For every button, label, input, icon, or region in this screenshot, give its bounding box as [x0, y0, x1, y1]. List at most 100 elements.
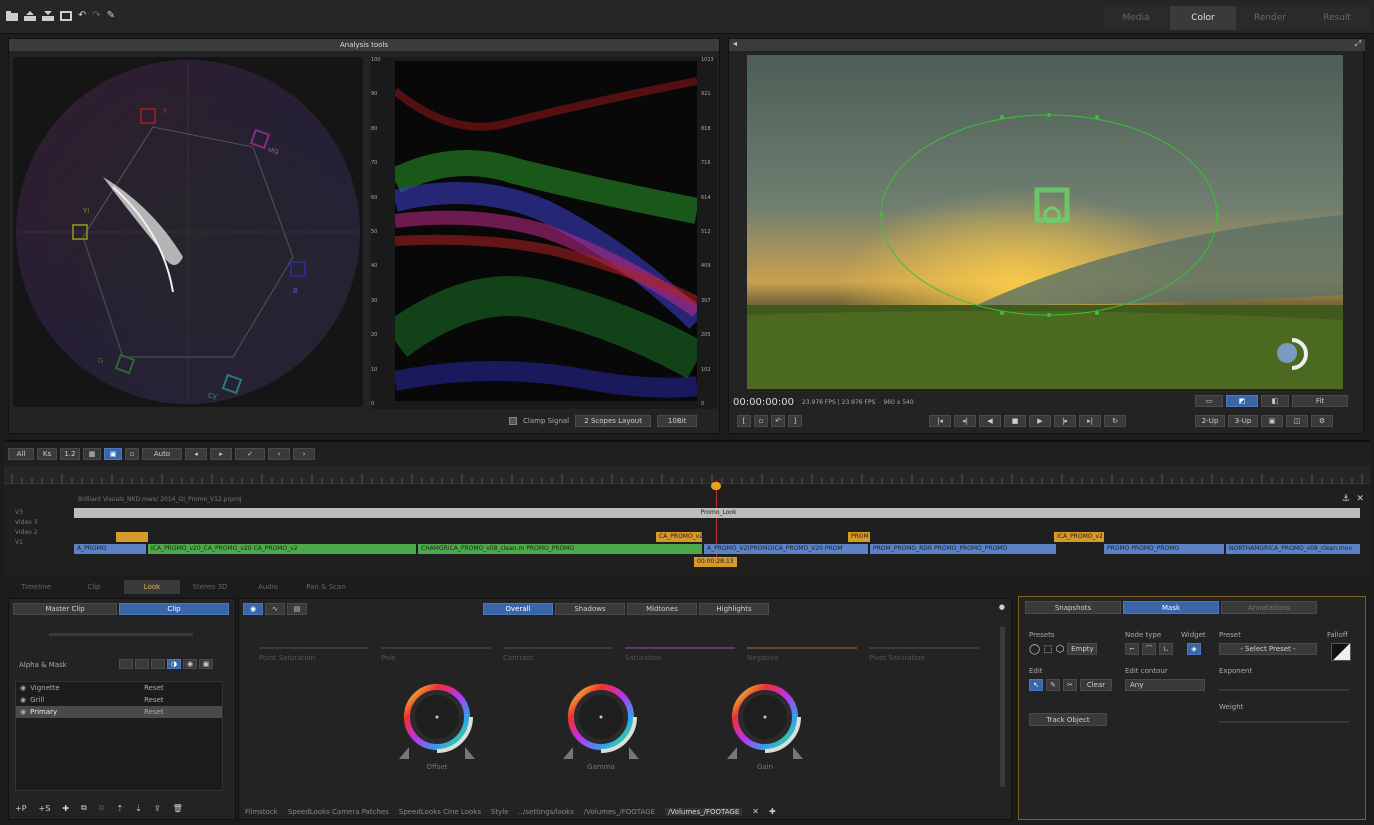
- bin-tab[interactable]: SpeedLooks Camera Patches: [288, 808, 389, 816]
- timeline-ks-button[interactable]: Ks: [37, 448, 57, 460]
- clip-button[interactable]: Clip: [119, 603, 229, 615]
- tab-shadows[interactable]: Shadows: [555, 603, 625, 615]
- settings-button[interactable]: ⚙: [1311, 415, 1333, 427]
- tab-audio[interactable]: Audio: [240, 580, 296, 594]
- tab-media[interactable]: Media: [1103, 6, 1169, 30]
- view-alpha-icon[interactable]: ▣: [199, 659, 213, 669]
- next-marker-button[interactable]: ▸: [210, 448, 232, 460]
- timeline-zoom-button[interactable]: 1.2: [60, 448, 80, 460]
- export-layer-icon[interactable]: ⇪: [154, 803, 161, 813]
- weight-slider[interactable]: [1219, 721, 1349, 723]
- two-up-button[interactable]: 2-Up: [1195, 415, 1225, 427]
- anchor-icon[interactable]: ⚓: [1342, 494, 1350, 504]
- timeline-clip[interactable]: PROM_PROMO_RDR PROMO_PROMO_PROMO: [870, 544, 1056, 554]
- overlay-button[interactable]: ◧: [1261, 395, 1289, 407]
- slider-group[interactable]: Pole: [381, 647, 491, 667]
- eye-icon[interactable]: ◉: [20, 684, 26, 692]
- collapse-icon[interactable]: ◂: [733, 39, 737, 48]
- add-point-icon[interactable]: ✎: [1046, 679, 1060, 691]
- add-bin-icon[interactable]: ✚: [769, 807, 776, 816]
- timeline-clip[interactable]: ICA_PROMO_v20_CA_PROMO_v20 CA_PROMO_v2: [148, 544, 416, 554]
- tab-midtones[interactable]: Midtones: [627, 603, 697, 615]
- paste-icon[interactable]: ⧉: [99, 803, 105, 813]
- clear-button[interactable]: Clear: [1080, 679, 1112, 691]
- exponent-slider[interactable]: [1219, 689, 1349, 691]
- node-type-corner-icon[interactable]: ∟: [1159, 643, 1173, 655]
- tab-annotations[interactable]: Annotations: [1221, 601, 1317, 614]
- snapshot-button[interactable]: ▣: [1261, 415, 1283, 427]
- tab-color[interactable]: Color: [1170, 6, 1236, 30]
- timeline-all-button[interactable]: All: [8, 448, 34, 460]
- add-secondary-icon[interactable]: +S: [39, 803, 51, 813]
- opacity-slider[interactable]: [49, 633, 193, 636]
- play-reverse-button[interactable]: ◀: [979, 415, 1001, 427]
- all-markers-button[interactable]: ✓: [235, 448, 265, 460]
- display-mode-button[interactable]: ▭: [1195, 395, 1223, 407]
- color-display-button[interactable]: ◩: [1226, 395, 1258, 407]
- timeline-auto-button[interactable]: Auto: [142, 448, 182, 460]
- timeline-clip[interactable]: [116, 532, 148, 542]
- mark-clip-button[interactable]: ▫: [754, 415, 768, 427]
- bit-depth-select[interactable]: 10Bit: [657, 415, 698, 427]
- panel-menu-icon[interactable]: ●: [999, 603, 1005, 611]
- move-up-icon[interactable]: ⇡: [116, 803, 123, 813]
- tab-snapshots[interactable]: Snapshots: [1025, 601, 1121, 614]
- import-icon[interactable]: [24, 10, 36, 21]
- node-type-linear-icon[interactable]: ⌐: [1125, 643, 1139, 655]
- remove-point-icon[interactable]: ✂: [1063, 679, 1077, 691]
- tab-result[interactable]: Result: [1304, 6, 1370, 30]
- zoom-in-button[interactable]: ›: [293, 448, 315, 460]
- add-icon[interactable]: ✚: [62, 803, 69, 813]
- tab-timeline[interactable]: Timeline: [8, 580, 64, 594]
- select-arrow-icon[interactable]: ↖: [1029, 679, 1043, 691]
- timeline-clip[interactable]: A_PROMO: [74, 544, 146, 554]
- next-frame-button[interactable]: |▸: [1054, 415, 1076, 427]
- mark-out-button[interactable]: ]: [788, 415, 802, 427]
- tab-pan-scan[interactable]: Pan & Scan: [298, 580, 354, 594]
- bin-tab[interactable]: ../settings/looks: [519, 808, 574, 816]
- scrollbar[interactable]: [1000, 627, 1005, 787]
- trash-icon[interactable]: 🗑: [173, 803, 183, 813]
- empty-button[interactable]: Empty: [1067, 643, 1098, 655]
- list-item[interactable]: ◉ Grill Reset: [16, 694, 222, 706]
- curves-icon[interactable]: ∿: [265, 603, 285, 615]
- slider-group[interactable]: Pivot Saturation: [869, 647, 979, 667]
- expand-icon[interactable]: ⤢: [1355, 39, 1361, 49]
- circle-shape-icon[interactable]: ◯: [1029, 644, 1040, 655]
- preset-select[interactable]: - Select Preset -: [1219, 643, 1317, 655]
- slider-group[interactable]: Negative: [747, 647, 857, 667]
- timeline-clip[interactable]: PROMO PROMO_PROMO: [1104, 544, 1224, 554]
- film-icon[interactable]: [60, 10, 72, 21]
- slider-group[interactable]: Contrast: [503, 647, 613, 667]
- play-button[interactable]: ▶: [1029, 415, 1051, 427]
- folder-icon[interactable]: [6, 10, 18, 21]
- contour-select[interactable]: Any: [1125, 679, 1205, 691]
- bin-tab[interactable]: SpeedLooks Cine Looks: [399, 808, 481, 816]
- reset-button[interactable]: Reset: [144, 684, 164, 692]
- timeline-clip[interactable]: NORTHAMGRICA_PROMO_v08_clean.mov: [1226, 544, 1360, 554]
- add-layer-icon[interactable]: +P: [15, 803, 27, 813]
- playhead-handle[interactable]: [711, 482, 721, 490]
- slider-group[interactable]: Saturation: [625, 647, 735, 667]
- wrench-icon[interactable]: ✎: [107, 10, 115, 21]
- bin-tab[interactable]: Filmstock: [245, 808, 278, 816]
- go-to-end-button[interactable]: ▸|: [1079, 415, 1101, 427]
- tab-look[interactable]: Look: [124, 580, 180, 594]
- track-header-v1[interactable]: V1: [12, 538, 72, 548]
- tab-stereo-3d[interactable]: Stereo 3D: [182, 580, 238, 594]
- compare-button[interactable]: ◫: [1286, 415, 1308, 427]
- track-header-v3[interactable]: V3: [12, 508, 72, 518]
- eye-icon[interactable]: ◉: [20, 696, 26, 704]
- grid-icon[interactable]: ▦: [83, 448, 101, 460]
- color-wheel-icon[interactable]: ◉: [243, 603, 263, 615]
- key-button[interactable]: [151, 659, 165, 669]
- loop-playback-button[interactable]: ↻: [1104, 415, 1126, 427]
- stop-button[interactable]: ■: [1004, 415, 1026, 427]
- tab-render[interactable]: Render: [1237, 6, 1303, 30]
- slider-group[interactable]: Point Saturation: [259, 647, 369, 667]
- polygon-shape-icon[interactable]: ⬡: [1056, 644, 1065, 655]
- track-object-button[interactable]: Track Object: [1029, 713, 1107, 726]
- tab-overall[interactable]: Overall: [483, 603, 553, 615]
- hsl-icon[interactable]: ▤: [287, 603, 307, 615]
- list-item[interactable]: ◉ Vignette Reset: [16, 682, 222, 694]
